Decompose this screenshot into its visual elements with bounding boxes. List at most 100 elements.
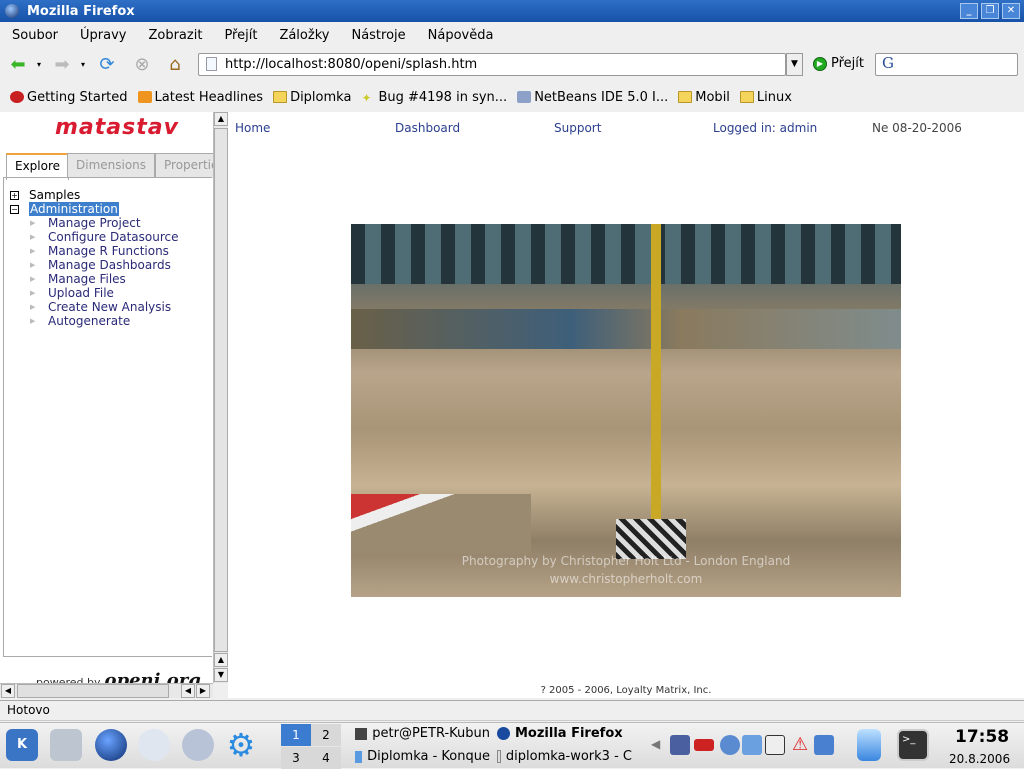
- back-history-dropdown[interactable]: ▾: [32, 54, 46, 76]
- tree-item-label: Create New Analysis: [48, 300, 172, 314]
- triangle-right-icon: ▶: [30, 219, 36, 227]
- calendar-user-icon[interactable]: [814, 735, 834, 755]
- forward-history-dropdown[interactable]: ▾: [76, 54, 90, 76]
- bookmark-netbeans[interactable]: NetBeans IDE 5.0 I...: [517, 90, 668, 105]
- tree-item-label: Manage Project: [48, 216, 141, 230]
- copyright-footer: ? 2005 - 2006, Loyalty Matrix, Inc.: [540, 685, 712, 696]
- tree-item-manage-r-functions[interactable]: ▶ Manage R Functions: [10, 244, 178, 258]
- folder-icon: [739, 91, 754, 103]
- computer-icon[interactable]: [50, 729, 82, 761]
- status-text: Hotovo: [7, 703, 50, 717]
- task-firefox[interactable]: Mozilla Firefox: [497, 726, 647, 741]
- scroll-thumb[interactable]: [17, 684, 169, 698]
- task-document[interactable]: diplomka-work3 - C: [497, 749, 632, 764]
- tree-node-samples[interactable]: + Samples: [10, 188, 178, 202]
- bookmark-getting-started[interactable]: Getting Started: [10, 90, 128, 105]
- desktop-3[interactable]: 3: [281, 747, 311, 769]
- menu-prejit[interactable]: Přejít: [224, 28, 257, 43]
- task-label: Diplomka - Konque: [367, 749, 490, 764]
- menu-zalozky[interactable]: Záložky: [279, 28, 329, 43]
- menu-nastroje[interactable]: Nástroje: [351, 28, 405, 43]
- menu-napoveda[interactable]: Nápověda: [428, 28, 494, 43]
- nav-dashboard-link[interactable]: Dashboard: [395, 121, 460, 135]
- tab-explore[interactable]: Explore: [6, 153, 70, 180]
- bookmark-bug[interactable]: ✦ Bug #4198 in syn...: [361, 90, 507, 106]
- triangle-right-icon: ▶: [30, 317, 36, 325]
- tree-item-manage-dashboards[interactable]: ▶ Manage Dashboards: [10, 258, 178, 272]
- menu-bar: Soubor Úpravy Zobrazit Přejít Záložky Ná…: [0, 22, 1024, 48]
- bookmark-diplomka[interactable]: Diplomka: [273, 90, 351, 105]
- tree-item-manage-project[interactable]: ▶ Manage Project: [10, 216, 178, 230]
- volume-icon[interactable]: [720, 735, 740, 755]
- close-button[interactable]: ✕: [1002, 3, 1020, 19]
- minimize-button[interactable]: _: [960, 3, 978, 19]
- scroll-thumb[interactable]: [214, 128, 228, 652]
- url-history-dropdown[interactable]: ▼: [786, 53, 803, 76]
- tree-item-label: Manage Dashboards: [48, 258, 171, 272]
- desktop-4[interactable]: 4: [311, 747, 341, 769]
- network-manager-icon[interactable]: [742, 735, 762, 755]
- left-frame-horizontal-scrollbar[interactable]: ◀ ◀ ▶: [0, 683, 213, 698]
- tab-properties[interactable]: Properties: [155, 153, 213, 178]
- home-button[interactable]: ⌂: [163, 54, 187, 76]
- expand-icon[interactable]: +: [10, 190, 19, 200]
- menu-soubor[interactable]: Soubor: [12, 28, 58, 43]
- url-input[interactable]: http://localhost:8080/openi/splash.htm: [198, 53, 786, 76]
- tree-item-create-new-analysis[interactable]: ▶ Create New Analysis: [10, 300, 178, 314]
- task-terminal[interactable]: petr@PETR-Kubun: [355, 726, 490, 741]
- scroll-up-button[interactable]: ▲: [214, 112, 228, 126]
- terminal-icon[interactable]: >_: [897, 729, 929, 761]
- page-icon: [206, 57, 217, 71]
- scroll-up-button[interactable]: ▲: [214, 653, 228, 667]
- reload-button[interactable]: ⟳: [95, 54, 119, 76]
- gear-icon[interactable]: ⚙: [225, 729, 257, 761]
- kde-menu-icon[interactable]: K: [6, 729, 38, 761]
- netbeans-icon: [517, 91, 532, 103]
- tree-item-label: Upload File: [48, 286, 114, 300]
- nav-support-link[interactable]: Support: [554, 121, 601, 135]
- stop-button[interactable]: ⊗: [130, 54, 154, 76]
- folder-icon: [273, 91, 288, 103]
- bookmark-latest-headlines[interactable]: Latest Headlines: [137, 90, 263, 105]
- tree-item-label: Autogenerate: [48, 314, 131, 328]
- task-konqueror[interactable]: Diplomka - Konque: [355, 749, 490, 764]
- browser-icon[interactable]: [95, 729, 127, 761]
- scroll-right-button[interactable]: ▶: [196, 684, 210, 698]
- bookmark-linux[interactable]: Linux: [739, 90, 792, 105]
- warning-icon[interactable]: ⚠: [792, 735, 812, 755]
- google-icon[interactable]: G: [882, 54, 894, 72]
- triangle-right-icon: ▶: [30, 289, 36, 297]
- scroll-down-button[interactable]: ▼: [214, 668, 228, 682]
- tray-collapse-arrow[interactable]: ◀: [651, 737, 660, 751]
- tree-item-manage-files[interactable]: ▶ Manage Files: [10, 272, 178, 286]
- go-button[interactable]: ▶ Přejít: [813, 56, 864, 71]
- tree-item-configure-datasource[interactable]: ▶ Configure Datasource: [10, 230, 178, 244]
- tab-dimensions[interactable]: Dimensions: [67, 153, 156, 178]
- clipboard-icon[interactable]: [765, 735, 785, 755]
- scroll-left-button[interactable]: ◀: [181, 684, 195, 698]
- desktop-2[interactable]: 2: [311, 724, 341, 746]
- forward-button[interactable]: ➡: [50, 54, 74, 76]
- back-button[interactable]: ⬅: [6, 54, 30, 76]
- tree-node-administration[interactable]: − Administration: [10, 202, 178, 216]
- firefox-icon: [10, 91, 24, 103]
- bookmark-mobil[interactable]: Mobil: [678, 90, 730, 105]
- clock-time[interactable]: 17:58: [955, 727, 1009, 747]
- tree-item-upload-file[interactable]: ▶ Upload File: [10, 286, 178, 300]
- scroll-left-button[interactable]: ◀: [1, 684, 15, 698]
- left-frame-vertical-scrollbar[interactable]: ▲ ▲ ▼: [213, 112, 228, 683]
- mail-icon[interactable]: [138, 729, 170, 761]
- desktop-1[interactable]: 1: [281, 724, 311, 746]
- network-icon[interactable]: [670, 735, 690, 755]
- tree-item-autogenerate[interactable]: ▶ Autogenerate: [10, 314, 178, 328]
- keyboard-layout-cz-icon[interactable]: [694, 739, 714, 751]
- maximize-button[interactable]: ❐: [981, 3, 999, 19]
- menu-upravy[interactable]: Úpravy: [80, 28, 126, 43]
- search-input[interactable]: G: [875, 53, 1018, 76]
- floppy-icon[interactable]: [182, 729, 214, 761]
- collapse-icon[interactable]: −: [10, 204, 19, 214]
- menu-zobrazit[interactable]: Zobrazit: [148, 28, 202, 43]
- bookmarks-toolbar: Getting Started Latest Headlines Diplomk…: [0, 85, 1024, 109]
- nav-home-link[interactable]: Home: [235, 121, 270, 135]
- database-icon[interactable]: [857, 729, 881, 761]
